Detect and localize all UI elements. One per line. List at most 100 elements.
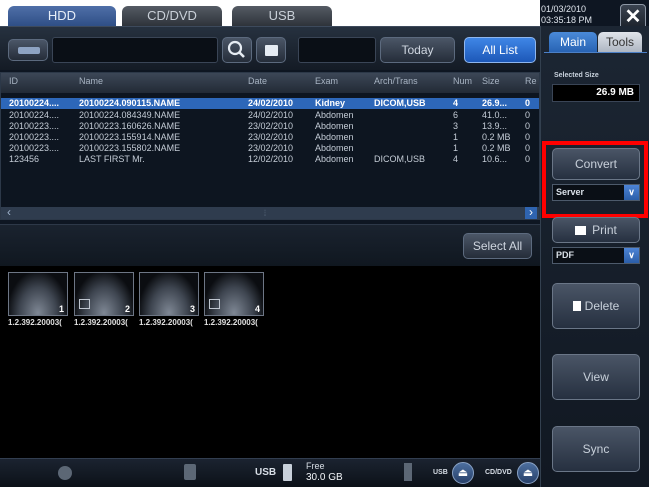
convert-target-select[interactable]: Server ∨ — [552, 184, 640, 201]
image-thumbnail[interactable]: 1 — [8, 272, 68, 316]
thumbnail-number: 3 — [189, 304, 195, 314]
convert-label: Convert — [574, 157, 618, 171]
image-thumbnail[interactable]: 4 — [204, 272, 264, 316]
cell-size: 0.2 MB — [482, 143, 511, 153]
tab-hdd[interactable]: HDD — [8, 6, 116, 26]
search-button[interactable] — [222, 37, 252, 63]
right-control-panel: Main Tools Selected Size 26.9 MB Convert… — [540, 26, 649, 487]
tab-usb[interactable]: USB — [232, 6, 332, 26]
image-thumbnail[interactable]: 2 — [74, 272, 134, 316]
column-header[interactable]: Re — [525, 76, 537, 86]
cell-exam: Abdomen — [315, 110, 354, 120]
table-row[interactable]: 123456 LAST FIRST Mr. 12/02/2010 Abdomen… — [1, 154, 539, 165]
horizontal-scrollbar[interactable]: ‹ ⦙ › — [1, 206, 539, 219]
patient-card-button[interactable] — [8, 39, 48, 61]
today-button[interactable]: Today — [380, 37, 455, 63]
eject-icon: ⏏ — [457, 467, 469, 479]
cell-id: 20100223.... — [9, 132, 60, 142]
tab-label: Main — [559, 35, 586, 49]
eject-icon: ⏏ — [522, 467, 534, 479]
thumbnail-panel: 1 2 3 4 1.2.392.20003( 1.2.392.20003( 1.… — [0, 266, 540, 458]
print-target-value: PDF — [556, 250, 574, 260]
cell-re: 0 — [525, 154, 531, 164]
cell-name: 20100223.155802.NAME — [79, 143, 181, 153]
tab-label: USB — [268, 8, 296, 23]
cell-id: 20100224.... — [9, 110, 60, 120]
image-thumbnail[interactable]: 3 — [139, 272, 199, 316]
table-row[interactable]: 20100224.... 20100224.090115.NAME 24/02/… — [1, 98, 539, 109]
cell-name: LAST FIRST Mr. — [79, 154, 145, 164]
print-target-select[interactable]: PDF ∨ — [552, 247, 640, 264]
column-header[interactable]: Arch/Trans — [374, 76, 418, 86]
cddvd-eject-label: CD/DVD — [485, 469, 512, 476]
column-header[interactable]: Name — [79, 76, 103, 86]
calendar-button[interactable] — [256, 37, 286, 63]
cell-re: 0 — [525, 132, 531, 142]
table-row[interactable]: 20100223.... 20100223.155914.NAME 23/02/… — [1, 132, 539, 143]
cell-num: 4 — [453, 154, 459, 164]
cell-num: 3 — [453, 121, 459, 131]
thumbnail-number: 4 — [254, 304, 260, 314]
table-row[interactable]: 20100223.... 20100223.155802.NAME 23/02/… — [1, 143, 539, 154]
chevron-down-icon: ∨ — [624, 185, 639, 200]
clip-icon — [79, 299, 90, 309]
free-space-value: 30.0 GB — [306, 472, 343, 483]
status-bar: USB Free 30.0 GB USB ⏏ CD/DVD ⏏ — [0, 458, 540, 487]
delete-label: Delete — [584, 299, 620, 313]
column-header[interactable]: Size — [482, 76, 500, 86]
delete-button[interactable]: Delete — [552, 283, 640, 329]
column-header[interactable]: ID — [9, 76, 18, 86]
tab-label: HDD — [47, 8, 77, 23]
cell-name: 20100224.090115.NAME — [79, 98, 181, 108]
trash-icon — [572, 301, 581, 311]
scroll-right-button[interactable]: › — [525, 206, 537, 219]
column-header[interactable]: Date — [248, 76, 267, 86]
table-row[interactable]: 20100223.... 20100223.160626.NAME 23/02/… — [1, 121, 539, 132]
usb-eject-button[interactable]: ⏏ — [452, 462, 474, 484]
cell-arch-trans: DICOM,USB — [374, 98, 426, 108]
cell-num: 4 — [453, 98, 459, 108]
column-header[interactable]: Exam — [315, 76, 338, 86]
cell-exam: Abdomen — [315, 154, 354, 164]
tab-main[interactable]: Main — [549, 32, 597, 52]
cddvd-eject-button[interactable]: ⏏ — [517, 462, 539, 484]
thumbnail-number: 2 — [124, 304, 130, 314]
date-filter-field[interactable] — [298, 37, 376, 63]
cell-exam: Abdomen — [315, 143, 354, 153]
cell-size: 0.2 MB — [482, 132, 511, 142]
disk-icon — [184, 464, 196, 480]
cell-exam: Abdomen — [315, 132, 354, 142]
selected-size-value: 26.9 MB — [552, 84, 640, 102]
usb-eject-label: USB — [433, 469, 448, 476]
cell-re: 0 — [525, 143, 531, 153]
select-all-label: Select All — [472, 239, 523, 253]
tab-cd-dvd[interactable]: CD/DVD — [122, 6, 222, 26]
all-list-button[interactable]: All List — [464, 37, 536, 63]
view-button[interactable]: View — [552, 354, 640, 400]
sync-button[interactable]: Sync — [552, 426, 640, 472]
scroll-left-button[interactable]: ‹ — [3, 206, 15, 219]
clip-icon — [209, 299, 220, 309]
column-header[interactable]: Num — [453, 76, 472, 86]
table-row[interactable]: 20100224.... 20100224.084349.NAME 24/02/… — [1, 110, 539, 121]
convert-button[interactable]: Convert — [552, 148, 640, 180]
cell-size: 26.9... — [482, 98, 508, 108]
cell-date: 24/02/2010 — [248, 98, 294, 108]
select-all-button[interactable]: Select All — [463, 233, 532, 259]
convert-target-value: Server — [556, 187, 585, 197]
cell-exam: Kidney — [315, 98, 346, 108]
close-icon: ✕ — [624, 6, 642, 28]
thumbnail-label: 1.2.392.20003( — [74, 318, 128, 327]
tab-tools[interactable]: Tools — [598, 32, 642, 52]
search-input[interactable] — [52, 37, 218, 63]
cell-name: 20100223.155914.NAME — [79, 132, 181, 142]
scroll-grip[interactable]: ⦙ — [259, 207, 271, 219]
print-button[interactable]: Print — [552, 217, 640, 243]
network-icon — [58, 466, 72, 480]
usb-drive-icon — [283, 464, 292, 481]
sync-label: Sync — [582, 442, 610, 456]
ultrasound-archive-window: HDD CD/DVD USB [data-name="tab-hdd"]{wid… — [0, 0, 649, 487]
cell-size: 13.9... — [482, 121, 508, 131]
today-label: Today — [401, 43, 434, 57]
thumbnail-label: 1.2.392.20003( — [204, 318, 258, 327]
